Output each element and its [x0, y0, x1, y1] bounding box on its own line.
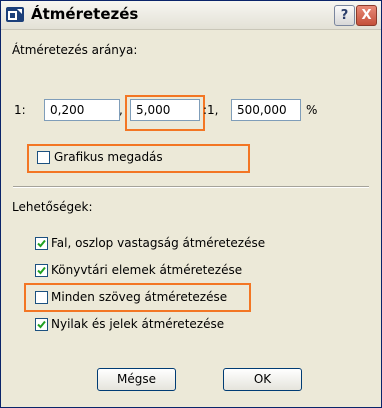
ratio-prefix: 1:: [14, 103, 26, 117]
option-wall-column-label[interactable]: Fal, oszlop vastagság átméretezése: [51, 236, 265, 250]
ratio-value-1-input[interactable]: 0,200: [44, 99, 120, 121]
ratio-separator-2: :1,: [203, 103, 219, 117]
help-button[interactable]: ?: [334, 5, 355, 26]
options-heading: Lehetőségek:: [12, 200, 93, 214]
option-library-items-label[interactable]: Könyvtári elemek átméretezése: [51, 263, 242, 277]
ratio-separator-1: ,: [119, 103, 123, 117]
option-arrows-markers-label[interactable]: Nyilak és jelek átméretezése: [51, 317, 224, 331]
percent-unit: %: [306, 103, 318, 117]
option-wall-column-checkbox[interactable]: [35, 237, 48, 250]
graphic-input-label[interactable]: Grafikus megadás: [54, 150, 163, 164]
checkmark-icon: [37, 239, 46, 248]
graphic-input-checkbox[interactable]: [37, 151, 50, 164]
option-all-text-checkbox[interactable]: [35, 291, 48, 304]
ok-button[interactable]: OK: [223, 368, 302, 391]
resize-app-icon: [6, 7, 24, 22]
ratio-value-3-input[interactable]: 500,000: [231, 99, 301, 121]
window-title: Átméretezés: [31, 5, 139, 23]
cancel-button[interactable]: Mégse: [97, 368, 176, 391]
resize-ratio-label: Átméretezés aránya:: [12, 43, 138, 57]
option-arrows-markers-checkbox[interactable]: [35, 318, 48, 331]
option-library-items-checkbox[interactable]: [35, 264, 48, 277]
checkmark-icon: [37, 320, 46, 329]
resize-dialog: Átméretezés ? X Átméretezés aránya: 1: 0…: [0, 0, 382, 408]
close-button[interactable]: X: [356, 5, 377, 26]
close-icon: X: [361, 8, 372, 23]
option-all-text-label[interactable]: Minden szöveg átméretezése: [51, 290, 227, 304]
section-divider: [13, 186, 369, 188]
ratio-value-2-input[interactable]: 5,000: [130, 99, 200, 121]
checkmark-icon: [37, 266, 46, 275]
title-bar[interactable]: Átméretezés ? X: [1, 1, 381, 30]
help-icon: ?: [340, 8, 349, 23]
